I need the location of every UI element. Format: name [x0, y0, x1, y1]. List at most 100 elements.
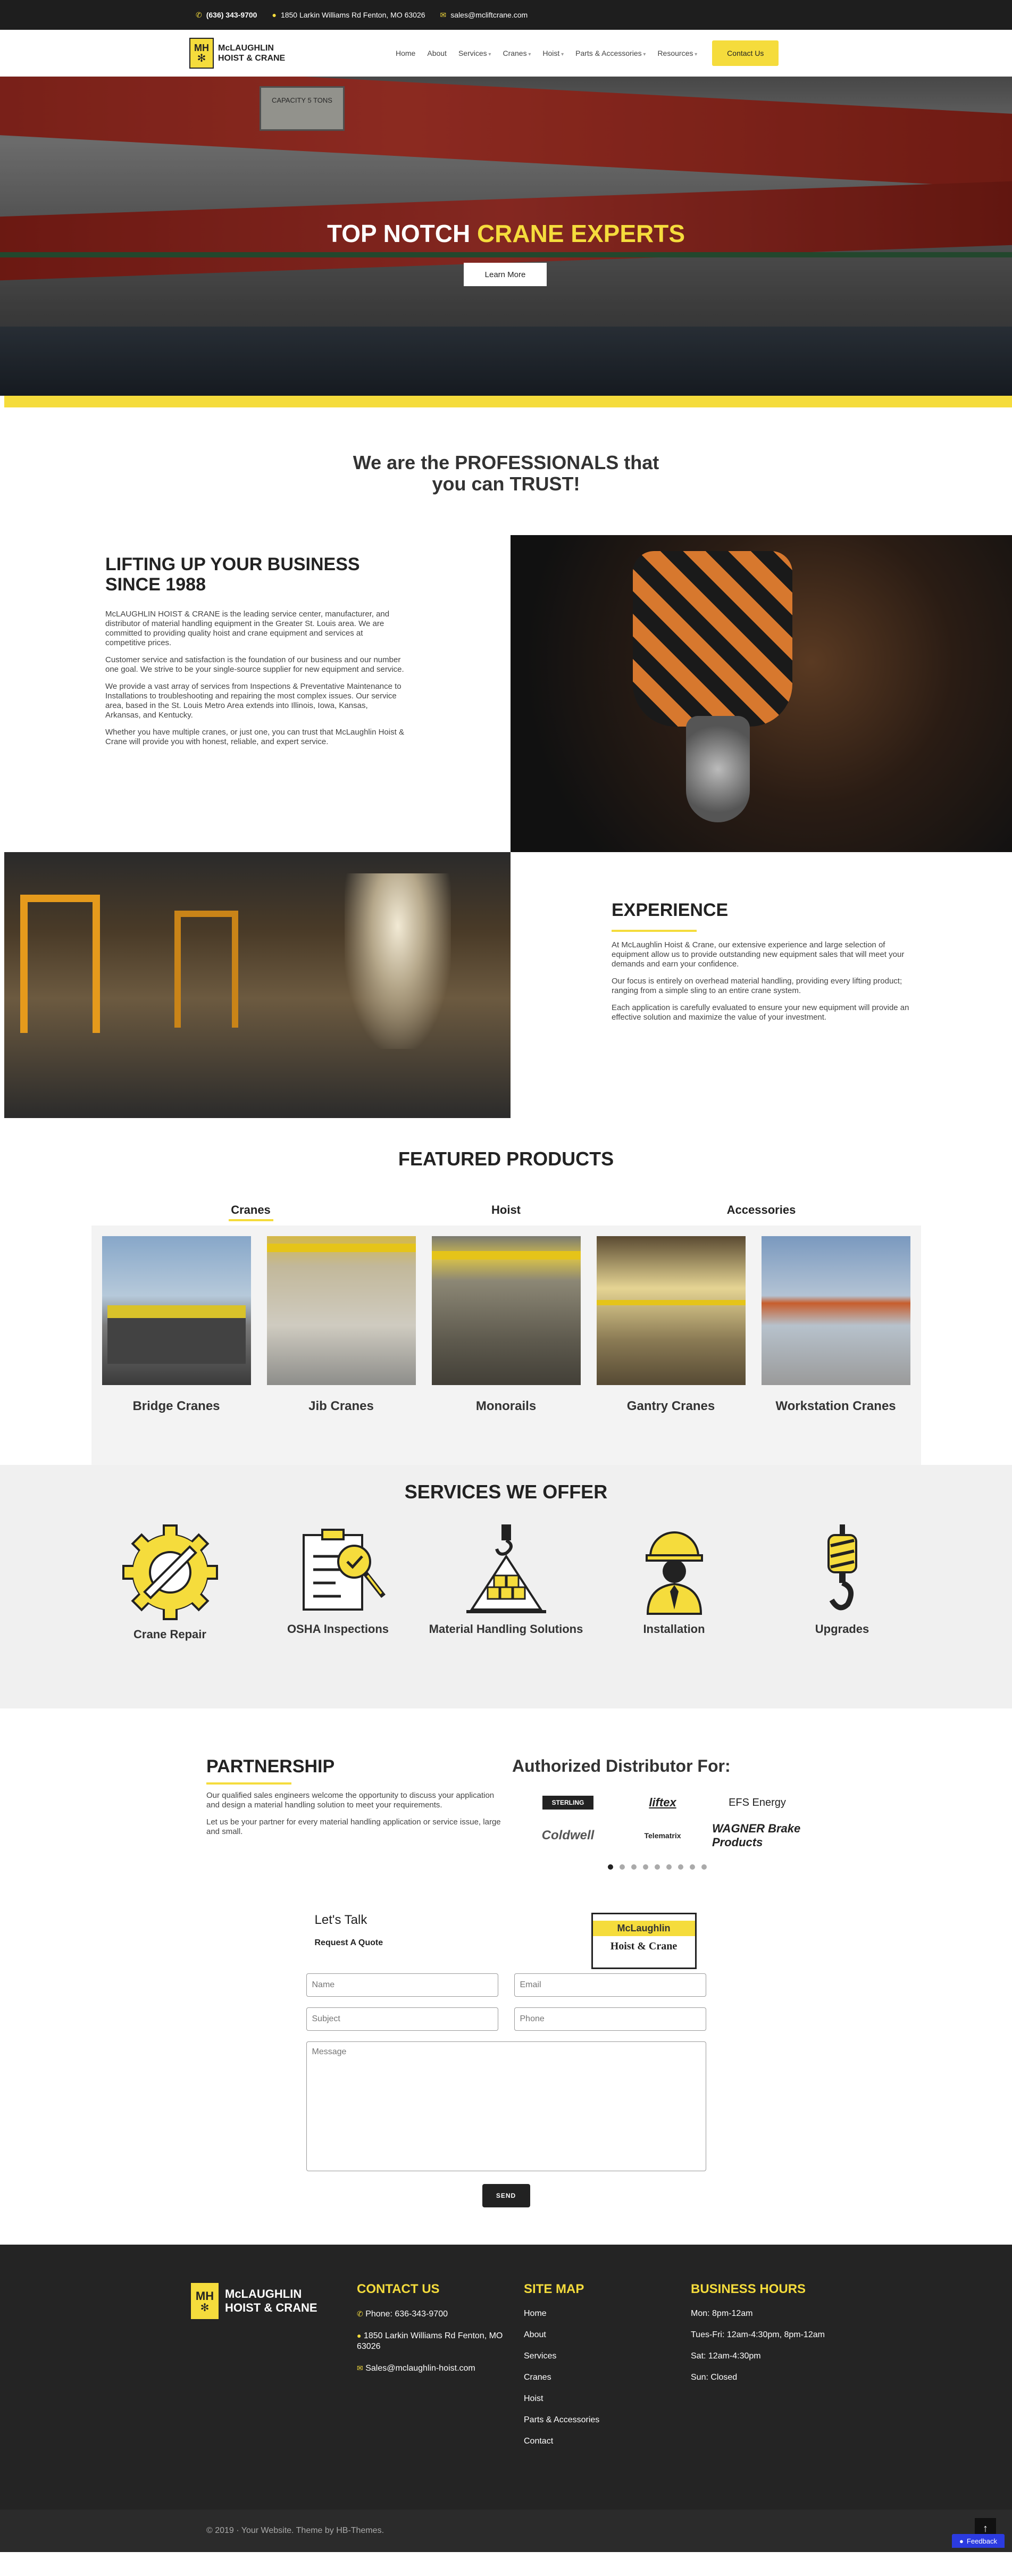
coldwell-logo[interactable]: Coldwell: [523, 1825, 613, 1846]
crane-hook-photo: [511, 535, 1012, 852]
hook-icon: ✻: [197, 53, 206, 64]
service-card[interactable]: Material Handling Solutions: [422, 1524, 590, 1641]
product-card[interactable]: Gantry Cranes: [596, 1236, 746, 1465]
liftex-logo[interactable]: liftex: [617, 1792, 708, 1813]
footer-link-parts[interactable]: Parts & Accessories: [524, 2415, 691, 2425]
title-underline: [612, 930, 697, 932]
product-card[interactable]: Bridge Cranes: [102, 1236, 251, 1465]
service-label: OSHA Inspections: [287, 1622, 389, 1636]
logo-text: McLAUGHLIN HOIST & CRANE: [225, 2287, 317, 2315]
about-title: LIFTING UP YOUR BUSINESS SINCE 1988: [105, 554, 360, 595]
carousel-dot[interactable]: [678, 1864, 683, 1870]
footer-link-about[interactable]: About: [524, 2330, 691, 2340]
carousel-dot[interactable]: [631, 1864, 637, 1870]
footer-link-services[interactable]: Services: [524, 2351, 691, 2362]
learn-more-button[interactable]: Learn More: [464, 263, 547, 286]
footer-logo[interactable]: MH ✻ McLAUGHLIN HOIST & CRANE: [190, 2282, 357, 2320]
tab-cranes[interactable]: Cranes: [123, 1203, 379, 1221]
services-title: SERVICES WE OFFER: [404, 1481, 608, 1503]
hours-line: Sat: 12am-4:30pm: [691, 2352, 761, 2361]
nav-resources[interactable]: Resources: [657, 49, 697, 57]
logo-line2: HOIST & CRANE: [218, 53, 286, 63]
experience-paragraph-1: At McLaughlin Hoist & Crane, our extensi…: [612, 940, 905, 969]
carousel-dots: [608, 1864, 810, 1870]
about-paragraph-2: Customer service and satisfaction is the…: [105, 655, 404, 674]
badge-bottom-text: Hoist & Crane: [610, 1940, 678, 1952]
clipboard-inspection-icon: [302, 1529, 386, 1611]
contact-us-button[interactable]: Contact Us: [712, 40, 779, 66]
product-name: Jib Cranes: [308, 1399, 374, 1413]
hours-line: Sun: Closed: [691, 2373, 738, 2382]
nav-hoist[interactable]: Hoist: [542, 49, 564, 57]
wagner-logo[interactable]: WAGNER Brake Products: [712, 1822, 802, 1849]
subject-field[interactable]: [306, 2007, 498, 2031]
footer-phone[interactable]: ✆ Phone: 636-343-9700: [357, 2308, 524, 2320]
topbar-email[interactable]: ✉ sales@mcliftcrane.com: [440, 11, 528, 20]
tab-accessories[interactable]: Accessories: [634, 1203, 889, 1221]
copyright-bar: © 2019 · Your Website. Theme by HB-Theme…: [0, 2510, 1012, 2552]
product-card[interactable]: Jib Cranes: [266, 1236, 416, 1465]
carousel-dot[interactable]: [701, 1864, 707, 1870]
tab-hoist[interactable]: Hoist: [379, 1203, 634, 1221]
footer-email-text: Sales@mclaughlin-hoist.com: [365, 2364, 475, 2373]
telematrix-logo[interactable]: Telematrix: [617, 1825, 708, 1846]
footer-contact-col: CONTACT US ✆ Phone: 636-343-9700 ● 1850 …: [357, 2282, 524, 2510]
service-card[interactable]: Upgrades: [758, 1524, 926, 1641]
carousel-dot[interactable]: [666, 1864, 672, 1870]
about-text: LIFTING UP YOUR BUSINESS SINCE 1988 McLA…: [0, 535, 511, 852]
product-card[interactable]: Monorails: [431, 1236, 581, 1465]
title-underline: [206, 1782, 291, 1785]
factory-frame-shape: [174, 911, 238, 1028]
crane-hook-icon: [827, 1524, 857, 1611]
carousel-dot[interactable]: [655, 1864, 660, 1870]
name-field[interactable]: [306, 1973, 498, 1997]
footer-link-cranes[interactable]: Cranes: [524, 2372, 691, 2383]
logo-line2: HOIST & CRANE: [225, 2301, 317, 2314]
carousel-dot[interactable]: [643, 1864, 648, 1870]
yellow-divider: [4, 396, 1012, 407]
experience-text: EXPERIENCE At McLaughlin Hoist & Crane, …: [511, 852, 1012, 1169]
feedback-button[interactable]: ● Feedback: [952, 2534, 1005, 2548]
logo-line1: McLAUGHLIN: [225, 2287, 302, 2300]
product-grid: Bridge Cranes Jib Cranes Monorails Gantr…: [91, 1226, 921, 1465]
topbar-address: ● 1850 Larkin Williams Rd Fenton, MO 630…: [272, 11, 425, 19]
carousel-dot[interactable]: [608, 1864, 613, 1870]
service-card[interactable]: Crane Repair: [86, 1524, 254, 1641]
top-bar: ✆ (636) 343-9700 ● 1850 Larkin Williams …: [0, 0, 1012, 30]
product-card[interactable]: Workstation Cranes: [761, 1236, 910, 1465]
email-field[interactable]: [514, 1973, 706, 1997]
footer-link-hoist[interactable]: Hoist: [524, 2394, 691, 2404]
gear-wrench-icon: [122, 1524, 218, 1620]
footer-link-home[interactable]: Home: [524, 2308, 691, 2319]
phone-field[interactable]: [514, 2007, 706, 2031]
nav-home[interactable]: Home: [396, 49, 415, 57]
nav-parts-accessories[interactable]: Parts & Accessories: [575, 49, 646, 57]
footer-email[interactable]: ✉ Sales@mclaughlin-hoist.com: [357, 2363, 524, 2374]
jib-cranes-photo: [266, 1236, 416, 1385]
about-paragraph-3: We provide a vast array of services from…: [105, 682, 402, 720]
logo-mark: MH ✻: [189, 37, 214, 69]
efs-energy-logo[interactable]: EFS Energy: [712, 1792, 802, 1813]
hours-line: Tues-Fri: 12am-4:30pm, 8pm-12am: [691, 2330, 825, 2339]
distributor-logos: STERLING liftex EFS Energy Coldwell Tele…: [523, 1792, 810, 1849]
quote-form: [306, 1973, 706, 2171]
nav-about[interactable]: About: [427, 49, 447, 57]
partner-logo[interactable]: STERLING: [523, 1792, 613, 1813]
crane-bar-shape: [266, 1244, 416, 1252]
footer-address: ● 1850 Larkin Williams Rd Fenton, MO 630…: [357, 2330, 524, 2352]
hoist-load-icon: [466, 1524, 546, 1613]
topbar-phone[interactable]: ✆ (636) 343-9700: [196, 11, 257, 20]
service-card[interactable]: Installation: [590, 1524, 758, 1641]
send-button[interactable]: SEND: [482, 2184, 530, 2207]
nav-services[interactable]: Services: [458, 49, 491, 57]
message-field[interactable]: [306, 2041, 706, 2171]
carousel-dot[interactable]: [690, 1864, 695, 1870]
site-header: MH ✻ McLAUGHLIN HOIST & CRANE Home About…: [0, 30, 1012, 77]
carousel-dot[interactable]: [620, 1864, 625, 1870]
service-card[interactable]: OSHA Inspections: [254, 1524, 422, 1641]
site-logo[interactable]: MH ✻ McLAUGHLIN HOIST & CRANE: [189, 37, 365, 69]
nav-cranes[interactable]: Cranes: [503, 49, 531, 57]
main-nav: Home About Services Cranes Hoist Parts &…: [396, 49, 697, 57]
footer-link-contact[interactable]: Contact: [524, 2436, 691, 2447]
monorails-photo: [431, 1236, 581, 1385]
